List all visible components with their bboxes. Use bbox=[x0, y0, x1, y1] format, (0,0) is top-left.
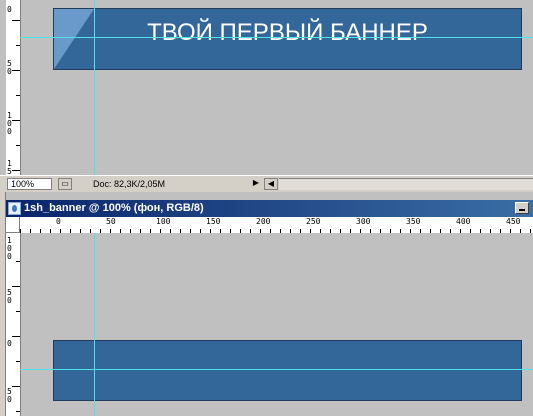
horizontal-scrollbar[interactable] bbox=[279, 178, 533, 190]
status-menu-arrow-icon[interactable]: ▶ bbox=[249, 178, 263, 190]
guide-vertical[interactable] bbox=[94, 233, 95, 416]
scroll-left-icon[interactable]: ◀ bbox=[264, 178, 278, 190]
vruler-label: 1 0 0 bbox=[7, 111, 12, 136]
vruler-label: 0 bbox=[7, 5, 12, 14]
status-bar: 100% ▭ Doc: 82,3K/2,05M ▶ ◀ bbox=[0, 175, 533, 192]
document-icon[interactable]: ▭ bbox=[58, 178, 72, 190]
document-canvas-top[interactable]: 0 5 0 1 0 0 1 5 ТВОЙ ПЕРВЫЙ БАННЕР bbox=[0, 0, 533, 175]
guide-horizontal[interactable] bbox=[20, 37, 533, 38]
hruler-label: 100 bbox=[156, 217, 171, 226]
vertical-ruler-top[interactable]: 0 5 0 1 0 0 1 5 bbox=[6, 0, 21, 175]
horizontal-ruler[interactable]: 0 50 100 150 200 250 300 350 400 450 bbox=[6, 217, 533, 234]
minimize-button[interactable] bbox=[515, 202, 529, 214]
guide-horizontal[interactable] bbox=[20, 369, 533, 370]
zoom-field[interactable]: 100% bbox=[7, 178, 52, 190]
banner-layer-bottom[interactable] bbox=[53, 340, 522, 401]
vruler-label: 0 bbox=[7, 339, 12, 348]
hruler-label: 150 bbox=[206, 217, 221, 226]
vruler-label: 1 5 bbox=[7, 159, 12, 176]
hruler-label: 200 bbox=[256, 217, 271, 226]
hruler-label: 0 bbox=[56, 217, 61, 226]
document-canvas-bottom[interactable]: 1 0 0 5 0 0 5 0 bbox=[6, 233, 533, 416]
ruler-origin-corner[interactable] bbox=[6, 217, 20, 233]
vertical-ruler-bottom[interactable]: 1 0 0 5 0 0 5 0 bbox=[6, 233, 21, 416]
banner-layer-top[interactable]: ТВОЙ ПЕРВЫЙ БАННЕР bbox=[53, 8, 522, 70]
guide-vertical[interactable] bbox=[94, 0, 95, 175]
banner-text: ТВОЙ ПЕРВЫЙ БАННЕР bbox=[147, 19, 428, 46]
hruler-label: 300 bbox=[356, 217, 371, 226]
doc-info-text: Doc: 82,3K/2,05M bbox=[93, 179, 166, 189]
hruler-label: 350 bbox=[406, 217, 421, 226]
vruler-label: 5 0 bbox=[7, 288, 12, 305]
vruler-label: 5 0 bbox=[7, 59, 12, 76]
vruler-label: 1 0 0 bbox=[7, 236, 12, 261]
hruler-label: 450 bbox=[506, 217, 521, 226]
vruler-label: 5 0 bbox=[7, 387, 12, 404]
photoshop-doc-icon bbox=[8, 202, 21, 215]
hruler-label: 400 bbox=[456, 217, 471, 226]
document-title: 1sh_banner @ 100% (фон, RGB/8) bbox=[24, 202, 204, 214]
hruler-label: 50 bbox=[106, 217, 116, 226]
document-title-bar[interactable]: 1sh_banner @ 100% (фон, RGB/8) bbox=[6, 200, 533, 217]
hruler-label: 250 bbox=[306, 217, 321, 226]
